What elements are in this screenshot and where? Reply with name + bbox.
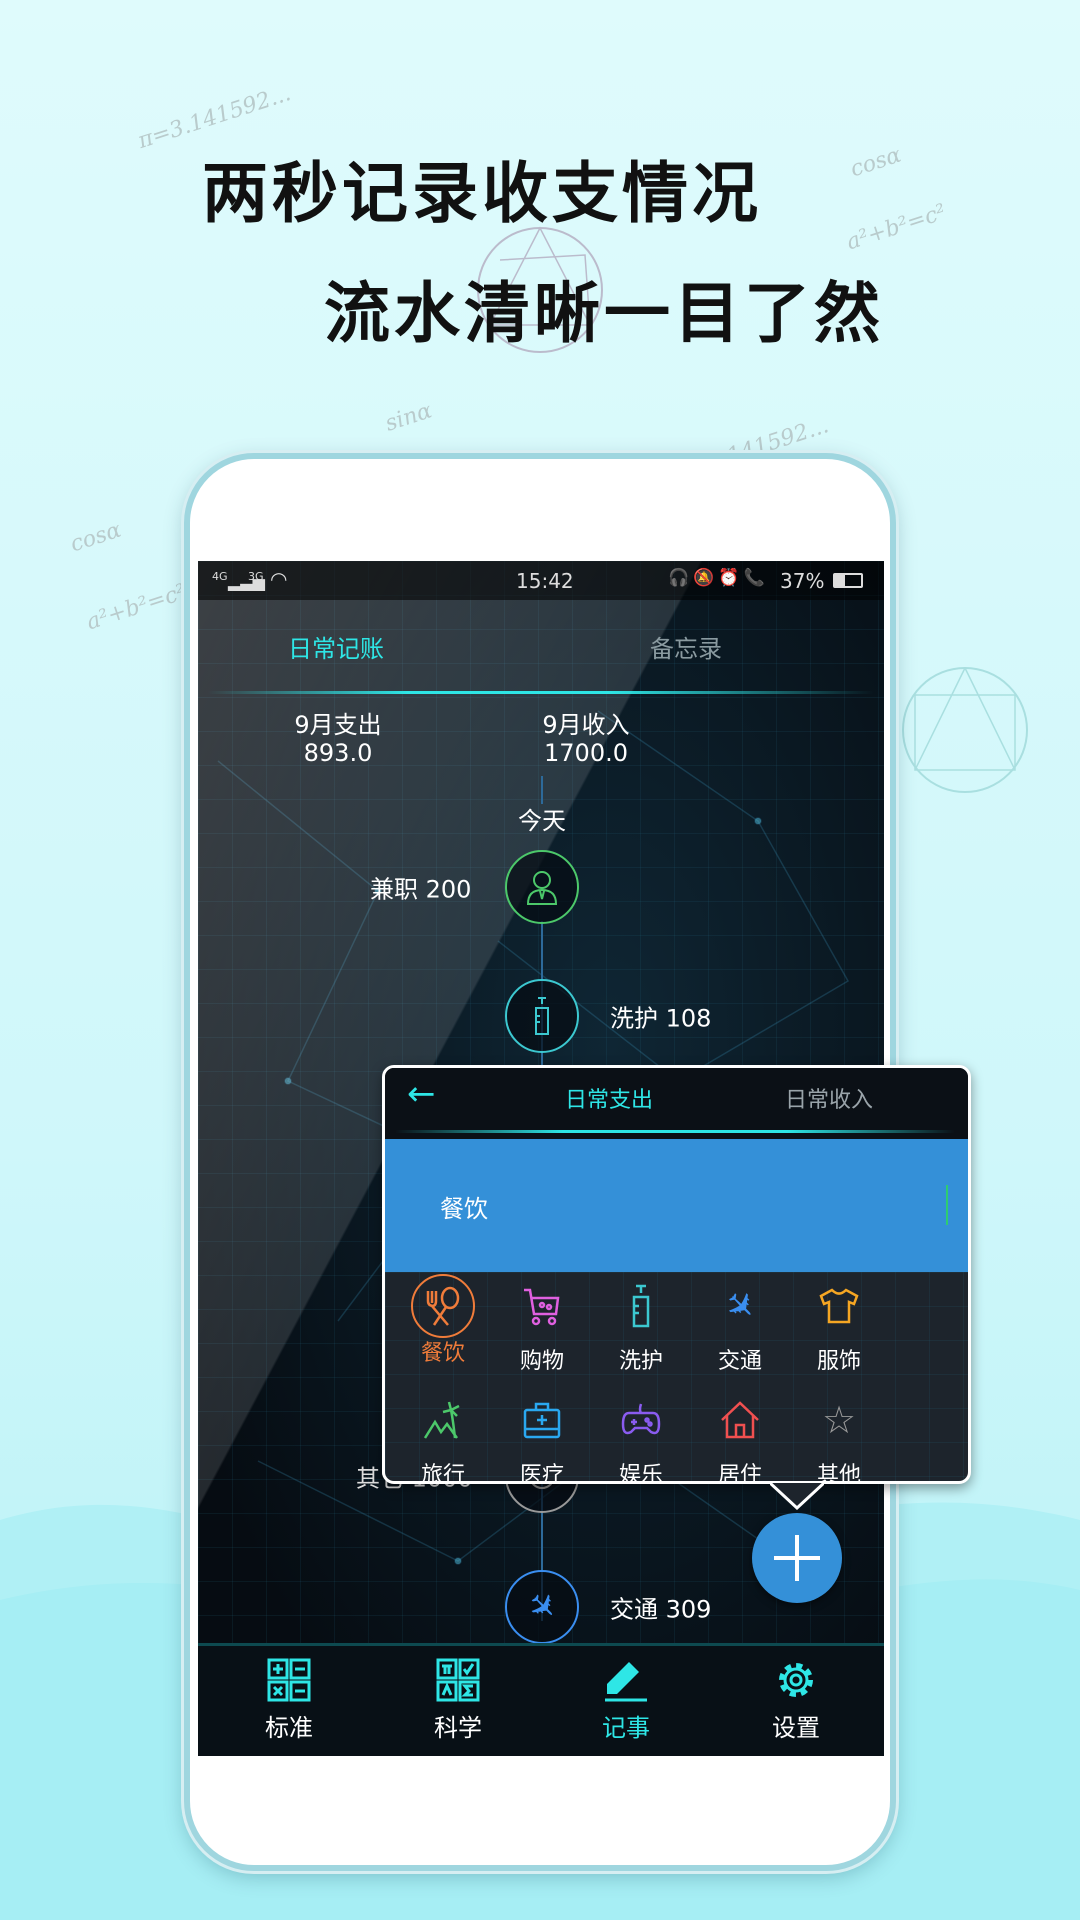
status-icons: 🎧🔕⏰📞 — [668, 568, 769, 588]
income-label: 9月收入 — [542, 711, 630, 739]
tab-daily-accounts[interactable]: 日常记账 — [288, 629, 384, 664]
status-bar: 4G ▂▃▅ 3G ◠ 15:42 🎧🔕⏰📞 37% — [198, 561, 884, 600]
doodle: cosα — [847, 142, 905, 183]
nav-notes[interactable]: 记事 — [602, 1658, 650, 1743]
timeline-entry-label: 洗护 108 — [610, 1004, 712, 1033]
battery-icon — [833, 573, 863, 588]
battery-percent: 37% — [780, 569, 825, 593]
cart-icon — [492, 1281, 592, 1331]
selected-category: 餐饮 — [440, 1195, 488, 1223]
back-arrow-icon[interactable]: ← — [407, 1074, 436, 1114]
plane-icon: ✈ — [714, 1280, 766, 1332]
tab-indicator — [208, 691, 874, 694]
popup-pointer — [770, 1481, 824, 1510]
bottom-nav: 标准 科学 记事 设置 — [198, 1643, 884, 1756]
timeline-node-washcare[interactable] — [505, 979, 579, 1053]
category-medkit[interactable]: 医疗 — [492, 1395, 592, 1484]
category-shirt[interactable]: 服饰 — [789, 1281, 889, 1375]
promo-headline-1: 两秒记录收支情况 — [202, 155, 762, 232]
signal-4g-icon: 4G — [212, 570, 228, 583]
calculator-icon — [267, 1658, 311, 1702]
nav-label: 标准 — [265, 1714, 313, 1742]
signal-3g-icon: 3G — [248, 570, 264, 583]
amount-input[interactable]: 餐饮 — [385, 1139, 968, 1272]
expense-label: 9月支出 — [294, 711, 382, 739]
promo-headline-2: 流水清晰一目了然 — [324, 275, 884, 352]
nav-label: 记事 — [602, 1714, 650, 1742]
pencil-icon — [605, 1662, 647, 1702]
shirt-icon — [789, 1281, 889, 1331]
plus-icon — [774, 1535, 820, 1581]
timeline-node-transport[interactable]: ✈ — [505, 1570, 579, 1644]
category-label: 洗护 — [618, 1349, 663, 1374]
timeline-day: 今天 — [518, 807, 566, 835]
category-label: 娱乐 — [618, 1463, 663, 1484]
star-icon: ☆ — [821, 1398, 857, 1442]
plane-icon: ✈ — [517, 1582, 567, 1632]
category-label: 医疗 — [519, 1463, 564, 1484]
status-time: 15:42 — [516, 569, 574, 593]
category-star[interactable]: ☆ 其他 — [789, 1395, 889, 1481]
gamepad-icon — [591, 1395, 691, 1445]
category-label: 餐饮 — [420, 1341, 465, 1366]
person-icon — [526, 871, 558, 905]
doodle: a²+b²=c² — [843, 199, 950, 256]
category-label: 服饰 — [816, 1349, 861, 1374]
wifi-icon: ◠ — [270, 567, 288, 591]
house-icon — [690, 1395, 790, 1445]
fork-spoon-icon — [393, 1273, 493, 1339]
category-popup: ← 日常支出 日常收入 餐饮 餐饮 购物 洗护 ✈ 交通 服饰 旅行 医疗 娱乐 居住 ☆ 其他 — [382, 1065, 971, 1484]
tab-daily-expense[interactable]: 日常支出 — [565, 1082, 653, 1114]
medkit-icon — [492, 1395, 592, 1445]
category-bottle[interactable]: 洗护 — [591, 1281, 691, 1375]
category-house[interactable]: 居住 — [690, 1395, 790, 1481]
bottle-icon — [535, 997, 549, 1035]
tab-memo[interactable]: 备忘录 — [650, 629, 722, 664]
text-cursor — [946, 1185, 948, 1225]
category-palm-mountain[interactable]: 旅行 — [393, 1395, 493, 1484]
bottle-icon — [591, 1281, 691, 1331]
popup-header: ← 日常支出 日常收入 — [385, 1068, 968, 1139]
geometry-doodle — [902, 667, 1028, 793]
income-value: 1700.0 — [544, 739, 628, 767]
tab-daily-income[interactable]: 日常收入 — [785, 1082, 873, 1114]
gear-icon — [779, 1663, 813, 1697]
category-fork-spoon[interactable]: 餐饮 — [393, 1274, 493, 1367]
nav-standard[interactable]: 标准 — [265, 1658, 313, 1743]
doodle: sinα — [382, 398, 436, 437]
nav-label: 设置 — [772, 1714, 820, 1742]
category-plane[interactable]: ✈ 交通 — [690, 1281, 790, 1375]
timeline-entry-label: 兼职 200 — [370, 875, 472, 904]
add-record-button[interactable] — [752, 1513, 842, 1603]
nav-label: 科学 — [434, 1714, 482, 1742]
timeline-node-parttime[interactable] — [505, 850, 579, 924]
nav-settings[interactable]: 设置 — [772, 1658, 820, 1743]
category-label: 旅行 — [420, 1463, 465, 1484]
category-label: 交通 — [717, 1349, 762, 1374]
scientific-calc-icon — [436, 1658, 480, 1702]
timeline-entry-label: 交通 309 — [610, 1595, 712, 1624]
expense-value: 893.0 — [303, 739, 373, 767]
palm-mountain-icon — [393, 1395, 493, 1445]
category-gamepad[interactable]: 娱乐 — [591, 1395, 691, 1484]
doodle: a²+b²=c² — [83, 579, 190, 636]
category-cart[interactable]: 购物 — [492, 1281, 592, 1375]
doodle: cosα — [67, 517, 125, 558]
nav-scientific[interactable]: 科学 — [434, 1658, 482, 1743]
category-label: 购物 — [519, 1349, 564, 1374]
